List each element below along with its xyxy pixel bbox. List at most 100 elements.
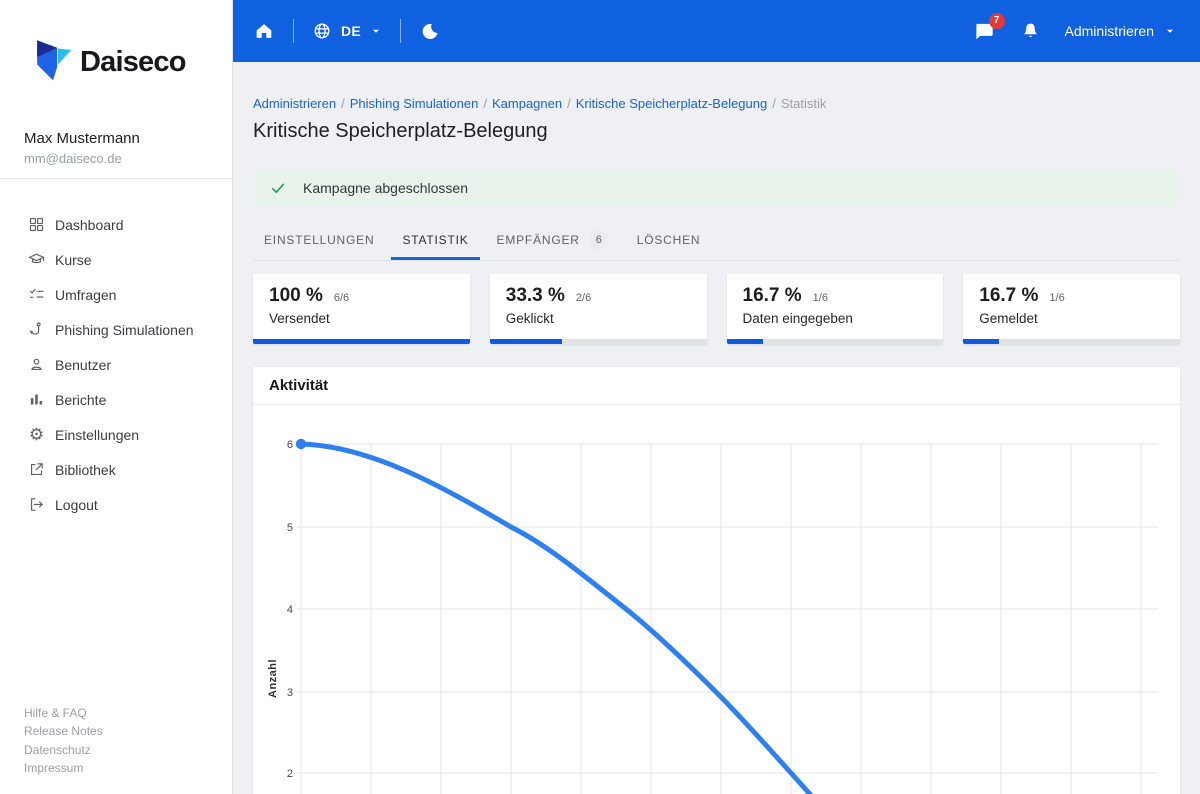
sidebar-item-label: Logout [55, 496, 98, 513]
language-selector[interactable]: DE [312, 21, 382, 41]
moon-icon [422, 23, 438, 39]
sidebar-item-label: Umfragen [55, 286, 117, 303]
graduation-cap-icon [28, 251, 45, 268]
tab-einstellungen[interactable]: EINSTELLUNGEN [253, 223, 385, 260]
topbar: DE 7 Administrieren [233, 0, 1200, 62]
campaign-status-banner: Kampagne abgeschlossen [253, 170, 1180, 206]
user-info: Max Mustermann mm@daiseco.de [24, 130, 232, 166]
footer-link-impressum[interactable]: Impressum [24, 759, 103, 778]
sidebar-item-benutzer[interactable]: Benutzer [0, 347, 232, 382]
account-menu[interactable]: Administrieren [1065, 23, 1176, 39]
sidebar-item-phishing-simulationen[interactable]: Phishing Simulationen [0, 312, 232, 347]
home-icon [256, 24, 272, 38]
chart-horizontal-gridlines [297, 443, 1158, 774]
open-in-new-icon [28, 461, 45, 478]
check-icon [270, 180, 286, 196]
tab-label: EINSTELLUNGEN [264, 233, 375, 247]
sidebar-item-einstellungen[interactable]: ⚙ Einstellungen [0, 417, 232, 452]
brand-logo[interactable]: Daiseco [33, 38, 232, 86]
checklist-icon [28, 286, 45, 303]
breadcrumb-separator: / [483, 96, 487, 111]
breadcrumb-separator: / [772, 96, 776, 111]
stat-card-gemeldet: 16.7 % 1/6 Gemeldet [963, 274, 1180, 344]
sidebar-item-label: Einstellungen [55, 426, 140, 443]
app-window: Daiseco Max Mustermann mm@daiseco.de Das… [0, 0, 1200, 794]
stat-card-geklickt: 33.3 % 2/6 Geklickt [489, 274, 707, 344]
dark-mode-toggle[interactable] [419, 21, 440, 42]
stat-percent: 16.7 % [979, 285, 1039, 306]
sidebar-item-bibliothek[interactable]: Bibliothek [0, 452, 232, 487]
messages-badge: 7 [988, 12, 1005, 29]
stat-fraction: 1/6 [1049, 292, 1065, 304]
progress-track [726, 339, 944, 344]
chevron-down-icon [1167, 29, 1173, 33]
y-tick-label: 4 [287, 604, 293, 616]
stat-card-daten-eingegeben: 16.7 % 1/6 Daten eingegeben [726, 274, 944, 344]
dashboard-grid-icon [28, 216, 45, 233]
home-button[interactable] [253, 20, 275, 42]
chevron-down-icon [373, 29, 380, 33]
progress-fill [253, 339, 470, 344]
page-content: Administrieren / Phishing Simulationen / Kam… [233, 62, 1200, 794]
sidebar-item-label: Bibliothek [55, 461, 116, 478]
breadcrumb-separator: / [341, 96, 345, 111]
main-area: DE 7 Administrieren Administrieren / Phi… [233, 0, 1200, 794]
stat-label: Gemeldet [979, 311, 1038, 326]
activity-chart-card: Aktivität 6 5 4 3 2 Anzahl [253, 367, 1180, 794]
sidebar-item-logout[interactable]: Logout [0, 487, 232, 522]
language-code: DE [341, 23, 362, 39]
messages-button[interactable]: 7 [973, 12, 1005, 43]
breadcrumb-current: Statistik [780, 96, 827, 111]
globe-icon [314, 23, 330, 39]
progress-fill [726, 339, 763, 344]
breadcrumb: Administrieren / Phishing Simulationen / Kam… [253, 96, 1180, 111]
sidebar-item-label: Berichte [55, 391, 107, 408]
user-email: mm@daiseco.de [24, 151, 122, 166]
gear-icon: ⚙ [28, 425, 45, 444]
sidebar-item-umfragen[interactable]: Umfragen [0, 277, 232, 312]
tab-label: EMPFÄNGER [496, 233, 580, 247]
banner-text: Kampagne abgeschlossen [303, 180, 469, 196]
progress-fill [963, 339, 1000, 344]
breadcrumb-link[interactable]: Kampagnen [492, 96, 562, 111]
breadcrumb-link[interactable]: Phishing Simulationen [350, 96, 479, 111]
stat-cards: 100 % 6/6 Versendet 33.3 % 2/6 Geklickt 16… [253, 274, 1180, 344]
daiseco-logo-icon [37, 40, 72, 81]
sidebar: Daiseco Max Mustermann mm@daiseco.de Das… [0, 0, 233, 794]
tab-empfaenger[interactable]: EMPFÄNGER 6 [486, 223, 620, 260]
y-tick-label: 6 [287, 439, 293, 451]
chart-data-point [295, 438, 307, 450]
tab-statistik[interactable]: STATISTIK [391, 223, 480, 260]
footer-link-hilfe-faq[interactable]: Hilfe & FAQ [24, 704, 103, 723]
progress-track [253, 339, 470, 344]
progress-track [489, 339, 707, 344]
user-name: Max Mustermann [24, 130, 140, 147]
footer-link-release-notes[interactable]: Release Notes [24, 722, 103, 741]
sidebar-item-kurse[interactable]: Kurse [0, 242, 232, 277]
sidebar-nav: Dashboard Kurse Umfragen Phishing Simula… [0, 207, 232, 522]
chart-vertical-gridlines [300, 444, 1142, 794]
sidebar-divider [0, 178, 232, 179]
sidebar-footer: Hilfe & FAQ Release Notes Datenschutz Im… [24, 704, 103, 778]
topbar-divider [400, 19, 402, 43]
tab-label: LÖSCHEN [636, 233, 701, 247]
page-title: Kritische Speicherplatz-Belegung [253, 120, 548, 142]
topbar-divider [293, 19, 294, 43]
topbar-right: 7 Administrieren [973, 12, 1176, 43]
sidebar-item-dashboard[interactable]: Dashboard [0, 207, 232, 242]
stat-fraction: 2/6 [575, 292, 592, 304]
stat-label: Versendet [269, 311, 330, 326]
breadcrumb-link[interactable]: Administrieren [253, 96, 336, 111]
progress-fill [489, 339, 562, 344]
y-tick-label: 3 [287, 687, 293, 699]
stat-fraction: 1/6 [812, 292, 828, 304]
fish-hook-icon [28, 321, 45, 338]
tab-loeschen[interactable]: LÖSCHEN [626, 223, 712, 260]
footer-link-datenschutz[interactable]: Datenschutz [24, 741, 103, 760]
notifications-button[interactable] [1020, 21, 1041, 42]
tab-label: STATISTIK [402, 233, 469, 247]
bell-icon [1023, 23, 1037, 37]
breadcrumb-link[interactable]: Kritische Speicherplatz-Belegung [576, 96, 768, 111]
sidebar-item-label: Dashboard [55, 216, 124, 233]
sidebar-item-berichte[interactable]: Berichte [0, 382, 232, 417]
